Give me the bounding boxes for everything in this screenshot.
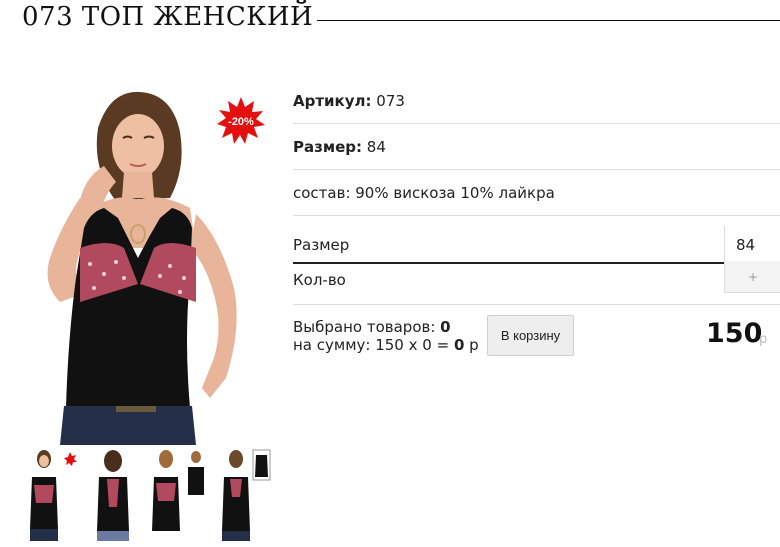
sum-label: на сумму: 150 x 0 = <box>293 336 450 354</box>
article-label: Артикул: <box>293 92 372 110</box>
divider <box>293 215 780 216</box>
title-bar: 073 ТОП ЖЕНСКИЙ <box>22 2 780 36</box>
size-option-value[interactable]: 84 <box>736 236 755 254</box>
divider <box>293 169 780 170</box>
qty-plus-button[interactable]: + <box>724 261 780 293</box>
price-value: 150 <box>706 318 763 349</box>
divider <box>293 123 780 124</box>
discount-badge: -20% <box>216 96 266 146</box>
thumbnail-2[interactable] <box>83 449 143 541</box>
article-row: Артикул: 073 <box>293 92 780 110</box>
discount-star-icon: -20% <box>217 97 265 144</box>
add-to-cart-button[interactable]: В корзину <box>487 315 574 356</box>
thumbnail-3[interactable] <box>146 449 208 541</box>
sum-currency: р <box>469 336 479 354</box>
sum-value: 0 <box>453 336 465 354</box>
order-summary: Выбрано товаров: 0 на сумму: 150 x 0 = 0… <box>293 318 479 354</box>
thumbnail-1[interactable] <box>22 449 80 541</box>
divider <box>293 304 780 305</box>
size-value: 84 <box>366 138 386 156</box>
qty-label: Кол-во <box>293 271 346 289</box>
size-option-underline <box>293 262 780 264</box>
price-currency: р <box>759 332 768 347</box>
discount-badge-text: -20% <box>228 116 254 128</box>
size-option-divider <box>724 226 725 262</box>
article-value: 073 <box>376 92 405 110</box>
selected-count: 0 <box>440 318 451 336</box>
size-label: Размер: <box>293 138 363 156</box>
page-title: 073 ТОП ЖЕНСКИЙ <box>22 2 318 32</box>
plus-icon: + <box>747 269 759 284</box>
size-option-label: Размер <box>293 236 350 254</box>
thumbnail-4[interactable] <box>212 449 272 541</box>
size-row: Размер: 84 <box>293 138 780 156</box>
selected-label: Выбрано товаров: <box>293 318 436 336</box>
composition-text: состав: 90% вискоза 10% лайкра <box>293 184 555 202</box>
